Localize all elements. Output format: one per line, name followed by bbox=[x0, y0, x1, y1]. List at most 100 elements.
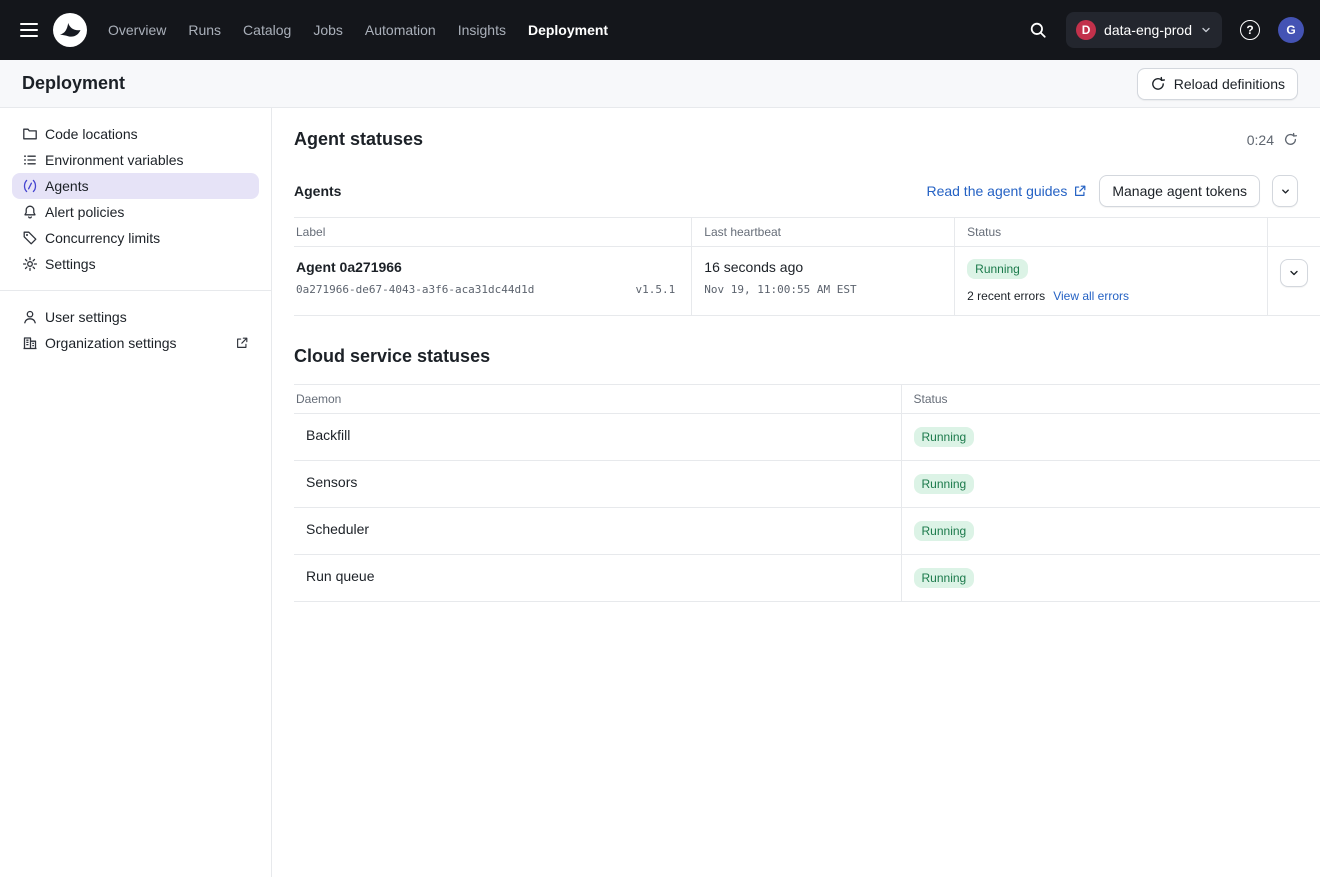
sidebar-item-label: Alert policies bbox=[45, 204, 124, 220]
sidebar-item-concurrency-limits[interactable]: Concurrency limits bbox=[12, 225, 259, 251]
bell-icon bbox=[22, 204, 38, 220]
deployment-name: data-eng-prod bbox=[1104, 22, 1192, 38]
agent-guides-link[interactable]: Read the agent guides bbox=[926, 183, 1087, 199]
view-all-errors-link[interactable]: View all errors bbox=[1053, 289, 1129, 303]
status-badge: Running bbox=[914, 521, 975, 541]
gear-icon bbox=[22, 256, 38, 272]
dagster-logo[interactable] bbox=[52, 12, 88, 48]
reload-definitions-button[interactable]: Reload definitions bbox=[1137, 68, 1298, 100]
external-link-icon bbox=[1073, 184, 1087, 198]
heartbeat-relative: 16 seconds ago bbox=[704, 259, 942, 275]
daemon-name: Scheduler bbox=[294, 508, 901, 555]
daemon-name: Backfill bbox=[294, 414, 901, 461]
sidebar-item-label: Agents bbox=[45, 178, 89, 194]
page-title: Deployment bbox=[22, 73, 125, 94]
sidebar-item-label: Environment variables bbox=[45, 152, 184, 168]
sidebar-divider bbox=[0, 290, 271, 291]
sidebar-item-user-settings[interactable]: User settings bbox=[12, 304, 259, 330]
search-icon bbox=[1029, 21, 1047, 39]
agents-table: Label Last heartbeat Status Agent 0a2719… bbox=[294, 217, 1320, 316]
status-badge: Running bbox=[914, 568, 975, 588]
caret-down-icon bbox=[1280, 186, 1291, 197]
chevron-down-icon bbox=[1200, 24, 1212, 36]
external-link-icon bbox=[235, 336, 249, 350]
topnav-right-cluster: D data-eng-prod ? G bbox=[1022, 12, 1304, 48]
search-button[interactable] bbox=[1022, 14, 1054, 46]
agent-guides-link-label: Read the agent guides bbox=[926, 183, 1067, 199]
daemon-row-backfill: Backfill Running bbox=[294, 414, 1320, 461]
agent-actions-dropdown-button[interactable] bbox=[1272, 175, 1298, 207]
sidebar-item-label: Code locations bbox=[45, 126, 138, 142]
nav-item-automation[interactable]: Automation bbox=[365, 22, 436, 38]
expand-agent-row-button[interactable] bbox=[1280, 259, 1308, 287]
recent-errors-count: 2 recent errors bbox=[967, 289, 1045, 303]
status-badge: Running bbox=[967, 259, 1028, 279]
deployment-sidebar: Code locations Environment variables Age… bbox=[0, 108, 272, 877]
daemon-name: Run queue bbox=[294, 555, 901, 602]
sidebar-item-label: Organization settings bbox=[45, 335, 177, 351]
status-badge: Running bbox=[914, 427, 975, 447]
column-header-heartbeat: Last heartbeat bbox=[692, 218, 955, 247]
refresh-countdown: 0:24 bbox=[1247, 132, 1298, 148]
menu-button[interactable] bbox=[10, 11, 48, 49]
nav-item-jobs[interactable]: Jobs bbox=[313, 22, 343, 38]
main-nav: Overview Runs Catalog Jobs Automation In… bbox=[108, 22, 608, 38]
cloud-services-table: Daemon Status Backfill Running Sensors R… bbox=[294, 384, 1320, 602]
chevron-down-icon bbox=[1288, 267, 1300, 279]
agent-statuses-title: Agent statuses bbox=[294, 129, 423, 150]
tag-icon bbox=[22, 230, 38, 246]
daemon-row-run-queue: Run queue Running bbox=[294, 555, 1320, 602]
daemon-row-sensors: Sensors Running bbox=[294, 461, 1320, 508]
agent-icon bbox=[22, 178, 38, 194]
sidebar-item-organization-settings[interactable]: Organization settings bbox=[12, 330, 259, 356]
column-header-label: Label bbox=[294, 218, 692, 247]
top-nav: Overview Runs Catalog Jobs Automation In… bbox=[0, 0, 1320, 60]
agent-version: v1.5.1 bbox=[636, 283, 676, 296]
cloud-service-statuses-title: Cloud service statuses bbox=[294, 346, 1320, 367]
user-avatar[interactable]: G bbox=[1278, 17, 1304, 43]
nav-item-runs[interactable]: Runs bbox=[188, 22, 221, 38]
refresh-icon[interactable] bbox=[1283, 132, 1298, 147]
building-icon bbox=[22, 335, 38, 351]
sidebar-item-label: User settings bbox=[45, 309, 127, 325]
column-header-daemon: Daemon bbox=[294, 385, 901, 414]
agents-section-label: Agents bbox=[294, 183, 341, 199]
column-header-status: Status bbox=[955, 218, 1268, 247]
deployment-switcher[interactable]: D data-eng-prod bbox=[1066, 12, 1222, 48]
sidebar-item-settings[interactable]: Settings bbox=[12, 251, 259, 277]
nav-item-deployment[interactable]: Deployment bbox=[528, 22, 608, 38]
countdown-value: 0:24 bbox=[1247, 132, 1274, 148]
agent-id: 0a271966-de67-4043-a3f6-aca31dc44d1d bbox=[296, 283, 534, 296]
sidebar-item-agents[interactable]: Agents bbox=[12, 173, 259, 199]
sidebar-item-label: Settings bbox=[45, 256, 96, 272]
sidebar-item-label: Concurrency limits bbox=[45, 230, 160, 246]
nav-item-catalog[interactable]: Catalog bbox=[243, 22, 291, 38]
nav-item-insights[interactable]: Insights bbox=[458, 22, 506, 38]
status-badge: Running bbox=[914, 474, 975, 494]
list-icon bbox=[22, 152, 38, 168]
agent-row: Agent 0a271966 0a271966-de67-4043-a3f6-a… bbox=[294, 247, 1320, 316]
daemon-row-scheduler: Scheduler Running bbox=[294, 508, 1320, 555]
manage-agent-tokens-button[interactable]: Manage agent tokens bbox=[1099, 175, 1260, 207]
reload-definitions-label: Reload definitions bbox=[1174, 76, 1285, 92]
column-header-status: Status bbox=[901, 385, 1320, 414]
cloud-table-header-row: Daemon Status bbox=[294, 385, 1320, 414]
hamburger-icon bbox=[20, 23, 38, 37]
agent-name: Agent 0a271966 bbox=[296, 259, 534, 275]
manage-agent-tokens-label: Manage agent tokens bbox=[1112, 183, 1247, 199]
sidebar-item-environment-variables[interactable]: Environment variables bbox=[12, 147, 259, 173]
column-header-actions bbox=[1268, 218, 1320, 247]
help-button[interactable]: ? bbox=[1234, 14, 1266, 46]
person-icon bbox=[22, 309, 38, 325]
sidebar-item-alert-policies[interactable]: Alert policies bbox=[12, 199, 259, 225]
page-header: Deployment Reload definitions bbox=[0, 60, 1320, 108]
folder-icon bbox=[22, 126, 38, 142]
nav-item-overview[interactable]: Overview bbox=[108, 22, 166, 38]
deployment-badge: D bbox=[1076, 20, 1096, 40]
reload-icon bbox=[1150, 76, 1166, 92]
sidebar-item-code-locations[interactable]: Code locations bbox=[12, 121, 259, 147]
agents-table-header-row: Label Last heartbeat Status bbox=[294, 218, 1320, 247]
daemon-name: Sensors bbox=[294, 461, 901, 508]
help-icon: ? bbox=[1240, 20, 1260, 40]
main-content: Agent statuses 0:24 Agents Read the agen… bbox=[272, 108, 1320, 877]
